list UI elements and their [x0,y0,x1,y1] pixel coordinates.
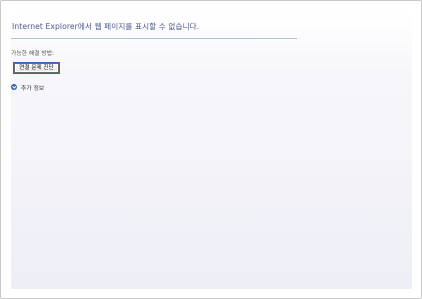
browser-frame: Internet Explorer에서 웹 페이지를 표시할 수 없습니다. 가… [0,0,422,299]
page-title: Internet Explorer에서 웹 페이지를 표시할 수 없습니다. [12,22,200,31]
error-page-content: Internet Explorer에서 웹 페이지를 표시할 수 없습니다. 가… [11,11,412,289]
more-info-label: 추가 정보 [21,85,45,92]
more-info-link[interactable]: 추가 정보 [11,83,45,92]
chevron-down-icon [11,84,17,90]
diagnose-connection-button[interactable]: 연결 문제 진단 [13,62,60,74]
possible-solutions-label: 가능한 해결 방법: [11,51,54,57]
title-divider [11,38,297,39]
